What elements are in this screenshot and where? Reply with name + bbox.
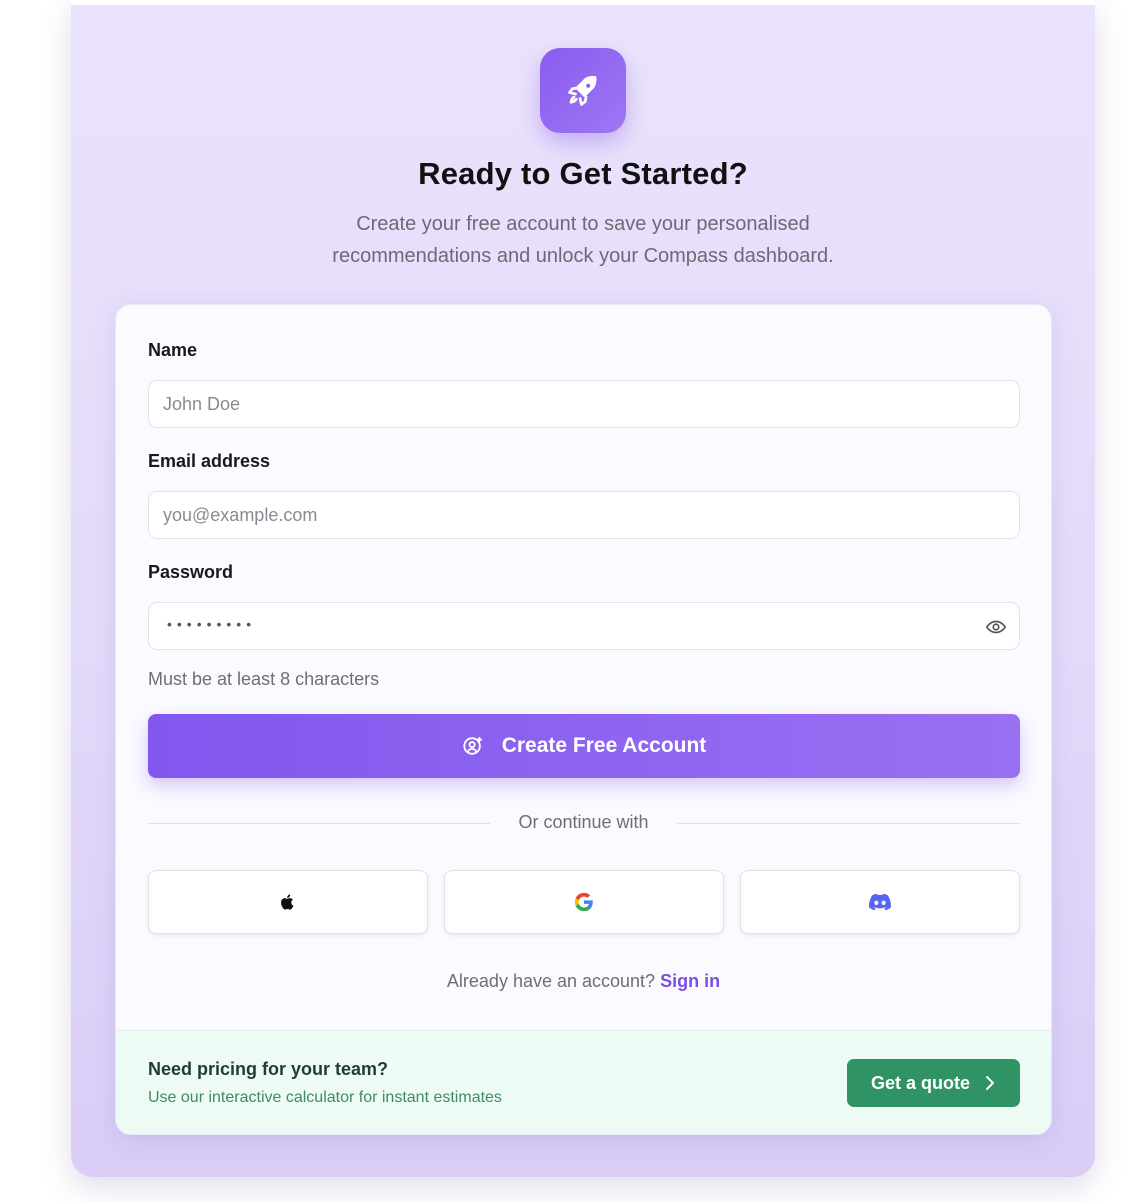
email-label: Email address [148, 451, 271, 471]
name-input[interactable] [148, 380, 1020, 428]
get-quote-button[interactable]: Get a quote [847, 1059, 1020, 1107]
divider-right [677, 823, 1020, 824]
page-subtitle: Create your free account to save your pe… [332, 213, 834, 267]
apple-icon [281, 894, 294, 910]
google-signin-button[interactable] [444, 870, 724, 934]
apple-signin-button[interactable] [148, 870, 428, 934]
pricing-footer: Need pricing for your team? Use our inte… [116, 1030, 1051, 1134]
panel-top-edge [71, 0, 1095, 5]
create-account-label: Create Free Account [501, 734, 707, 757]
password-hint: Must be at least 8 characters [148, 669, 380, 689]
pricing-subtitle: Use our interactive calculator for insta… [148, 1089, 502, 1106]
get-quote-label: Get a quote [870, 1072, 970, 1093]
signin-row: Already have an account? Sign in [116, 971, 1051, 992]
signin-prompt: Already have an account? [446, 971, 656, 991]
app-logo [540, 48, 626, 133]
signup-card: Name Email address Password ••••••••• Mu… [115, 304, 1052, 1135]
email-input[interactable] [148, 491, 1020, 539]
user-add-icon [463, 736, 482, 755]
password-input[interactable]: ••••••••• [148, 602, 1020, 650]
google-icon [574, 892, 593, 912]
chevron-right-icon [986, 1076, 994, 1090]
signup-panel: Ready to Get Started? Create your free a… [71, 0, 1095, 1177]
rocket-icon [568, 75, 597, 106]
show-password-toggle[interactable] [985, 616, 1007, 638]
eye-icon [985, 620, 1007, 634]
pricing-title: Need pricing for your team? [148, 1059, 389, 1079]
page-title: Ready to Get Started? [418, 156, 748, 191]
create-account-button[interactable]: Create Free Account [148, 714, 1020, 778]
password-mask: ••••••••• [167, 616, 257, 632]
discord-signin-button[interactable] [740, 870, 1020, 934]
name-label: Name [148, 340, 198, 360]
discord-icon [869, 893, 891, 911]
signin-link[interactable]: Sign in [660, 971, 720, 991]
password-label: Password [148, 562, 234, 582]
